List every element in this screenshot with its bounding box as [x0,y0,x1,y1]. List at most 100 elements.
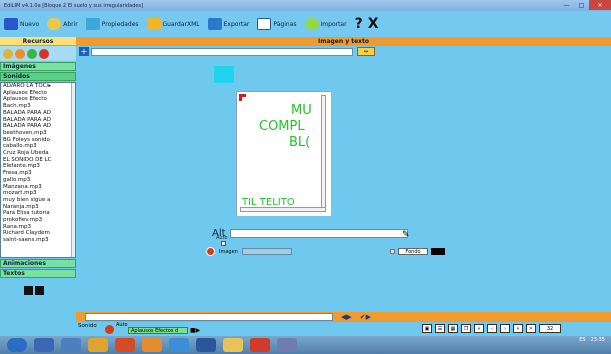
list-icon[interactable]: ☰ [435,324,445,333]
list-item[interactable]: BALADA PARA AD [1,123,75,130]
close-button[interactable]: ✕ [589,0,611,10]
preview-horizontal-scrollbar[interactable] [240,207,326,212]
page-input-row: + ↔ [76,46,611,57]
expand-button[interactable]: ↔ [357,47,375,56]
app-icon[interactable] [142,338,162,352]
add-page-button[interactable]: + [79,47,89,56]
section-images[interactable]: Imágenes [0,62,76,71]
section-texts[interactable]: Textos [0,269,76,278]
section-animations[interactable]: Animaciones [0,259,76,268]
taskbar: ES 23:35 [0,336,611,354]
stop-icon[interactable] [24,286,33,295]
bottom-text-input[interactable] [85,313,333,321]
prev-next-icon[interactable]: ◀▶ [341,313,352,321]
import-button[interactable]: Importar [304,13,347,35]
background-row: Fondo [390,248,445,255]
start-icon[interactable] [7,338,27,352]
list-item[interactable]: Rana.mp3 [1,224,75,231]
alt-input[interactable] [229,229,408,238]
grid-icon[interactable]: ▦ [448,324,458,333]
list-item[interactable]: Cruz Roja Ubeda [1,150,75,157]
pdf-icon[interactable] [250,338,270,352]
language-indicator[interactable]: ES [579,337,585,343]
copy-icon[interactable]: ❐ [461,324,471,333]
brush-icon[interactable] [15,48,25,59]
auto-checkbox[interactable] [221,241,226,246]
list-item[interactable]: Richard Claydem [1,230,75,237]
new-button[interactable]: Nuevo [4,13,39,35]
app-icon[interactable] [88,338,108,352]
browser-icon[interactable] [169,338,189,352]
list-item[interactable]: Aplausos Efecto [1,96,75,103]
list-item[interactable]: muy bien sigue a [1,197,75,204]
pages-label: Páginas [273,20,297,28]
zoom-select[interactable]: 32 [539,324,561,333]
delete-page-icon[interactable]: ✕ [526,324,536,333]
list-item[interactable]: Aplausos Efecto [1,90,75,97]
transfer-icon[interactable]: ✔▶ [360,313,371,321]
app-icon[interactable] [34,338,54,352]
background-checkbox[interactable] [390,249,395,254]
first-page-icon[interactable]: « [474,324,484,333]
background-button[interactable]: Fondo [398,248,428,255]
maximize-button[interactable]: □ [574,0,589,10]
list-scrollbar[interactable] [71,83,75,257]
list-item[interactable]: Manzana.mp3 [1,184,75,191]
app-icon[interactable] [277,338,297,352]
list-item[interactable]: saint-saens.mp3 [1,237,75,244]
folder-icon[interactable] [223,338,243,352]
minimize-button[interactable]: — [559,0,574,10]
list-item[interactable]: gallo.mp3 [1,177,75,184]
preview-vertical-scrollbar[interactable] [321,95,326,209]
properties-button[interactable]: Propiedades [85,13,139,35]
image-select-icon[interactable] [206,247,215,256]
edit-icon[interactable]: ✎ [402,230,410,240]
list-item[interactable]: beethoven.mp3 [1,130,75,137]
properties-label: Propiedades [101,20,139,28]
color-swatch[interactable] [214,66,234,83]
page-text-input[interactable] [91,47,353,56]
sound-field[interactable]: Aplausos Efectos d [128,327,188,334]
clock[interactable]: 23:35 [591,337,605,343]
list-item[interactable]: EL SONIDO DE LC [1,157,75,164]
list-item[interactable]: Fresa.mp3 [1,170,75,177]
page-type-header: Imagen y texto [76,37,611,46]
import-icon [304,18,319,30]
list-item[interactable]: Bach.mp3 [1,103,75,110]
save-icon [146,18,161,30]
list-item[interactable]: ALVARO LA TOC/▸ [1,83,75,90]
last-page-icon[interactable]: » [513,324,523,333]
save-page-icon[interactable]: ▣ [422,324,432,333]
sound-play-icon[interactable]: ■▶ [190,327,200,334]
add-icon[interactable] [27,48,37,59]
list-item[interactable]: caballo.mp3 [1,143,75,150]
app-icon[interactable] [115,338,135,352]
sound-select-icon[interactable] [105,325,114,334]
section-sounds[interactable]: Sonidos [0,72,76,81]
app-icon[interactable] [61,338,81,352]
list-item[interactable]: Naranja.mp3 [1,204,75,211]
background-color-swatch[interactable] [431,248,445,255]
tools-icon[interactable] [3,48,13,59]
list-item[interactable]: BALADA PARA AD [1,117,75,124]
next-page-icon[interactable]: › [500,324,510,333]
help-button[interactable]: ? [355,16,363,32]
list-item[interactable]: Para Elisa tutoria [1,210,75,217]
list-item[interactable]: prokofiev.mp3 [1,217,75,224]
play-icon[interactable] [35,286,44,295]
open-button[interactable]: Abrir [47,13,78,35]
pages-button[interactable]: Páginas [257,13,297,35]
sound-list[interactable]: ALVARO LA TOC/▸ Aplausos Efecto Aplausos… [0,82,76,258]
close-editor-button[interactable]: X [368,16,379,32]
list-item[interactable]: BALADA PARA AD [1,110,75,117]
delete-icon[interactable] [39,48,49,59]
image-field[interactable] [241,248,292,255]
word-icon[interactable] [196,338,216,352]
list-item[interactable]: Elefante.mp3 [1,163,75,170]
save-xml-button[interactable]: GuardarXML [146,13,200,35]
image-preview[interactable]: MU COMPL BL( TIL TELITO [236,91,331,216]
prev-page-icon[interactable]: ‹ [487,324,497,333]
export-button[interactable]: Exportar [207,13,249,35]
list-item[interactable]: BG Foleys sonido [1,137,75,144]
list-item[interactable]: mozart.mp3 [1,190,75,197]
